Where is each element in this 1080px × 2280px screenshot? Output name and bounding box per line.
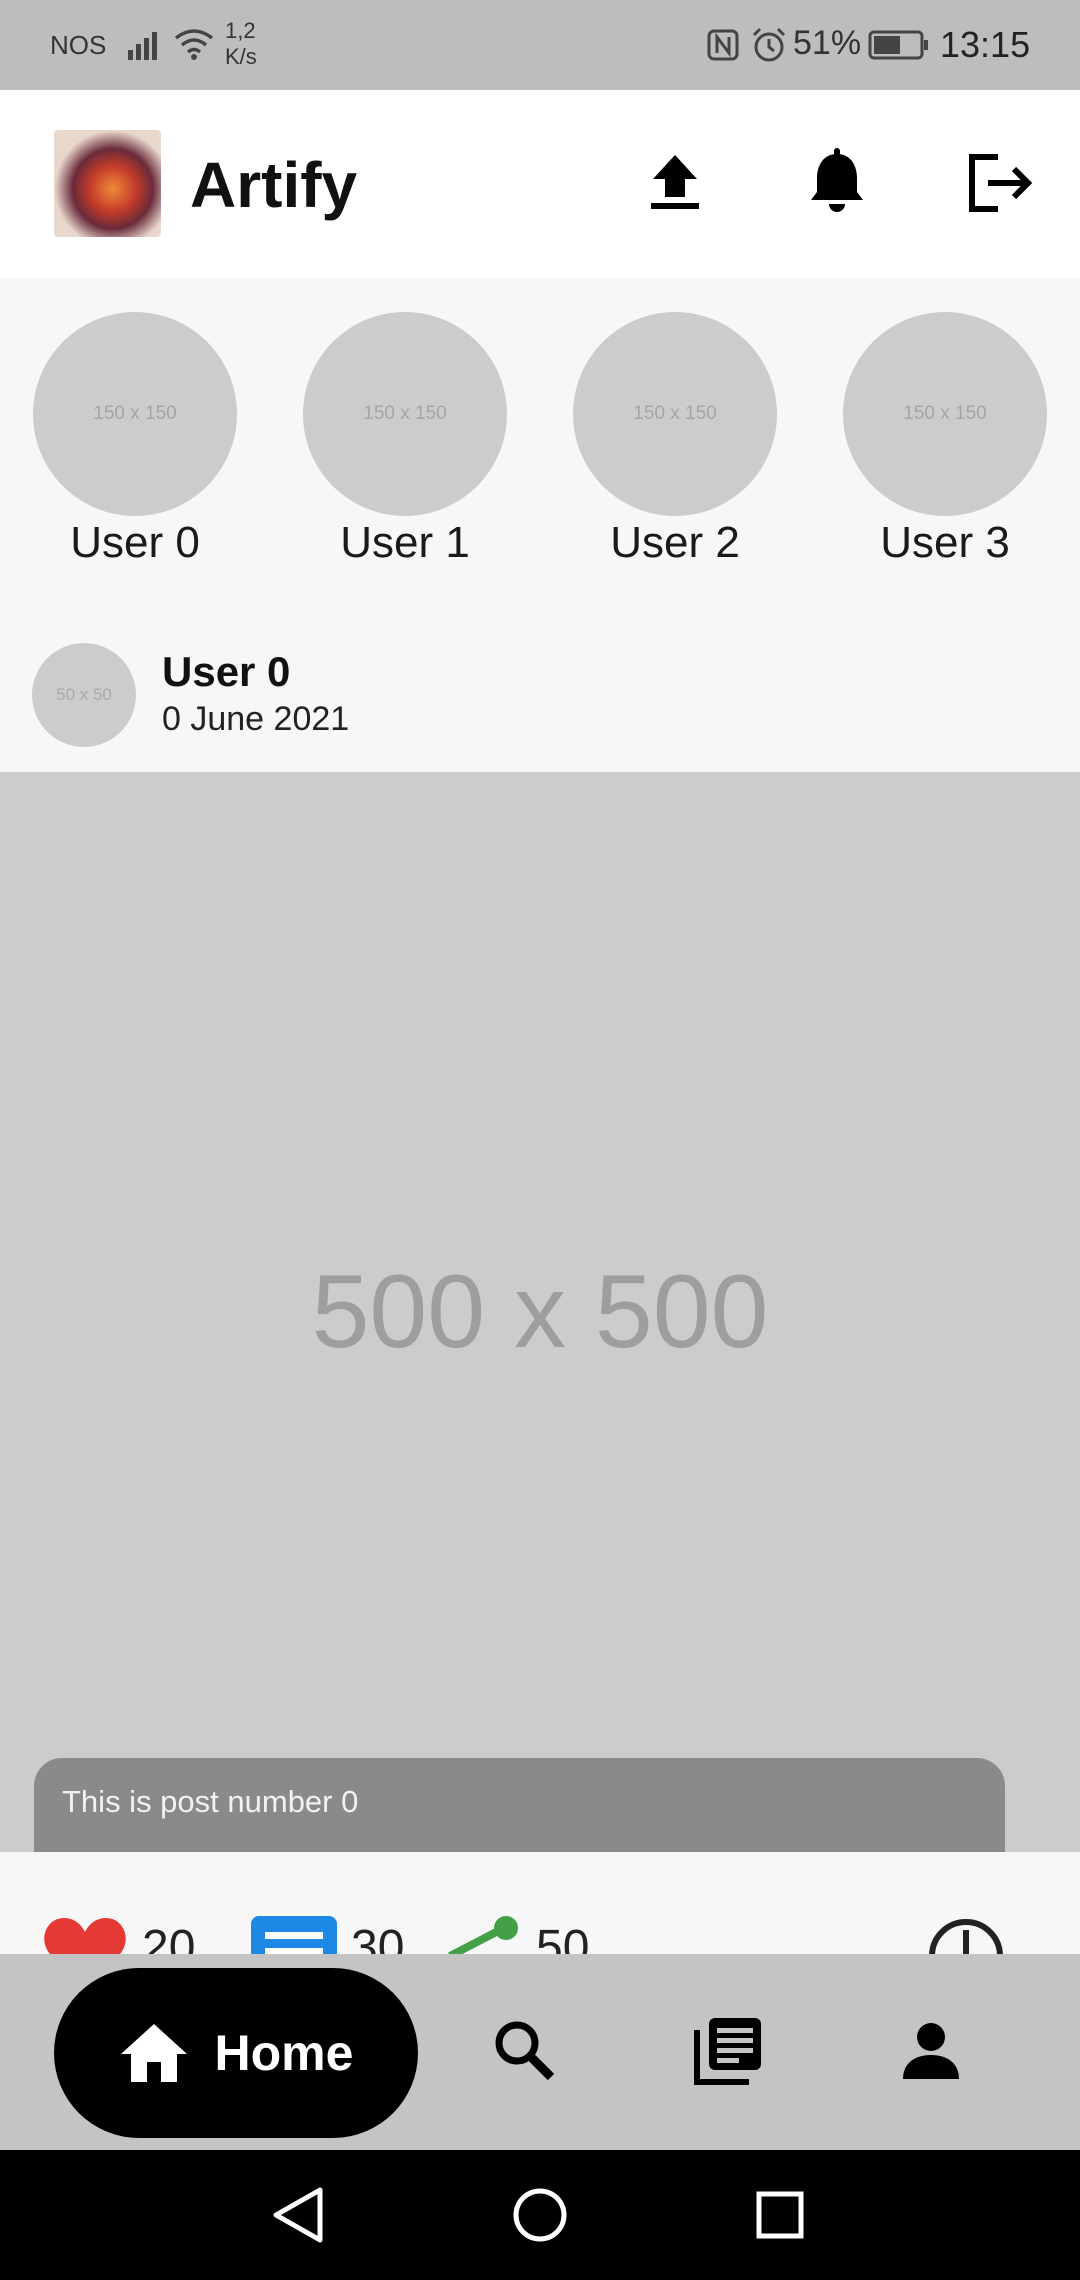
nav-home-label: Home — [214, 2025, 354, 2081]
like-button[interactable]: 20 — [42, 1916, 195, 1954]
status-bar: NOS 1,2 K/s 51% 13:15 — [0, 0, 1080, 90]
post-image-placeholder: 500 x 500 — [311, 1253, 769, 1370]
battery-percent: 51% — [793, 24, 862, 62]
story-avatar: 150 x 150 — [843, 312, 1047, 516]
post-author-avatar[interactable]: 50 x 50 — [32, 643, 136, 747]
story-username: User 2 — [610, 518, 740, 567]
story-user-3[interactable]: 150 x 150 User 3 — [843, 312, 1047, 568]
post-caption: This is post number 0 — [34, 1758, 1005, 1852]
upload-icon — [651, 155, 699, 209]
post-info-button[interactable] — [926, 1916, 1006, 1954]
share-button[interactable]: 50 — [442, 1916, 589, 1954]
bottom-nav: Home — [0, 1954, 1080, 2150]
nav-search[interactable] — [480, 2006, 570, 2096]
story-username: User 3 — [880, 518, 1010, 567]
post-author-name[interactable]: User 0 — [162, 648, 290, 696]
app-header: Artify — [0, 90, 1080, 278]
profile-icon — [903, 2023, 959, 2079]
nav-feed[interactable] — [683, 2006, 773, 2096]
recents-icon[interactable] — [745, 2180, 815, 2250]
logout-icon — [969, 154, 1033, 212]
post-image[interactable]: 500 x 500 — [0, 772, 1080, 1852]
network-speed: 1,2 K/s — [225, 18, 257, 70]
post-actions: 20 30 50 — [0, 1852, 1080, 1954]
share-count: 50 — [536, 1921, 590, 1954]
info-circle-icon — [929, 1919, 1003, 1954]
story-username: User 0 — [70, 518, 200, 567]
comment-count: 30 — [351, 1921, 405, 1954]
story-avatar: 150 x 150 — [303, 312, 507, 516]
home-icon — [120, 2024, 187, 2082]
comment-button[interactable]: 30 — [251, 1916, 404, 1954]
search-icon — [495, 2021, 555, 2081]
share-icon — [448, 1916, 518, 1954]
wifi-icon — [174, 29, 214, 60]
logout-button[interactable] — [958, 142, 1040, 224]
nav-profile[interactable] — [886, 2006, 976, 2096]
notifications-button[interactable] — [796, 142, 878, 224]
signal-icon — [128, 32, 157, 60]
story-avatar: 150 x 150 — [33, 312, 237, 516]
heart-icon — [44, 1918, 126, 1954]
nav-home[interactable]: Home — [54, 1968, 418, 2138]
story-user-0[interactable]: 150 x 150 User 0 — [33, 312, 237, 568]
speed-value: 1,2 — [225, 18, 256, 43]
like-count: 20 — [142, 1921, 196, 1954]
home-circle-icon[interactable] — [505, 2180, 575, 2250]
post-header: 50 x 50 User 0 0 June 2021 — [0, 630, 1080, 770]
clock: 13:15 — [940, 24, 1031, 65]
back-icon[interactable] — [264, 2180, 334, 2250]
system-nav-bar — [0, 2150, 1080, 2280]
alarm-icon — [752, 27, 786, 62]
story-user-2[interactable]: 150 x 150 User 2 — [573, 312, 777, 568]
story-user-1[interactable]: 150 x 150 User 1 — [303, 312, 507, 568]
stories-row: 150 x 150 User 0 150 x 150 User 1 150 x … — [0, 278, 1080, 598]
nfc-icon — [707, 29, 739, 61]
story-avatar: 150 x 150 — [573, 312, 777, 516]
story-username: User 1 — [340, 518, 470, 567]
carrier-name: NOS — [50, 30, 107, 60]
bell-icon — [811, 148, 863, 212]
upload-button[interactable] — [634, 142, 716, 224]
comment-icon — [251, 1916, 337, 1954]
speed-unit: K/s — [225, 44, 257, 69]
battery-icon — [868, 30, 928, 60]
post-date: 0 June 2021 — [162, 700, 350, 738]
app-title: Artify — [190, 149, 358, 221]
app-logo — [54, 130, 161, 237]
feed-icon — [694, 2018, 761, 2085]
